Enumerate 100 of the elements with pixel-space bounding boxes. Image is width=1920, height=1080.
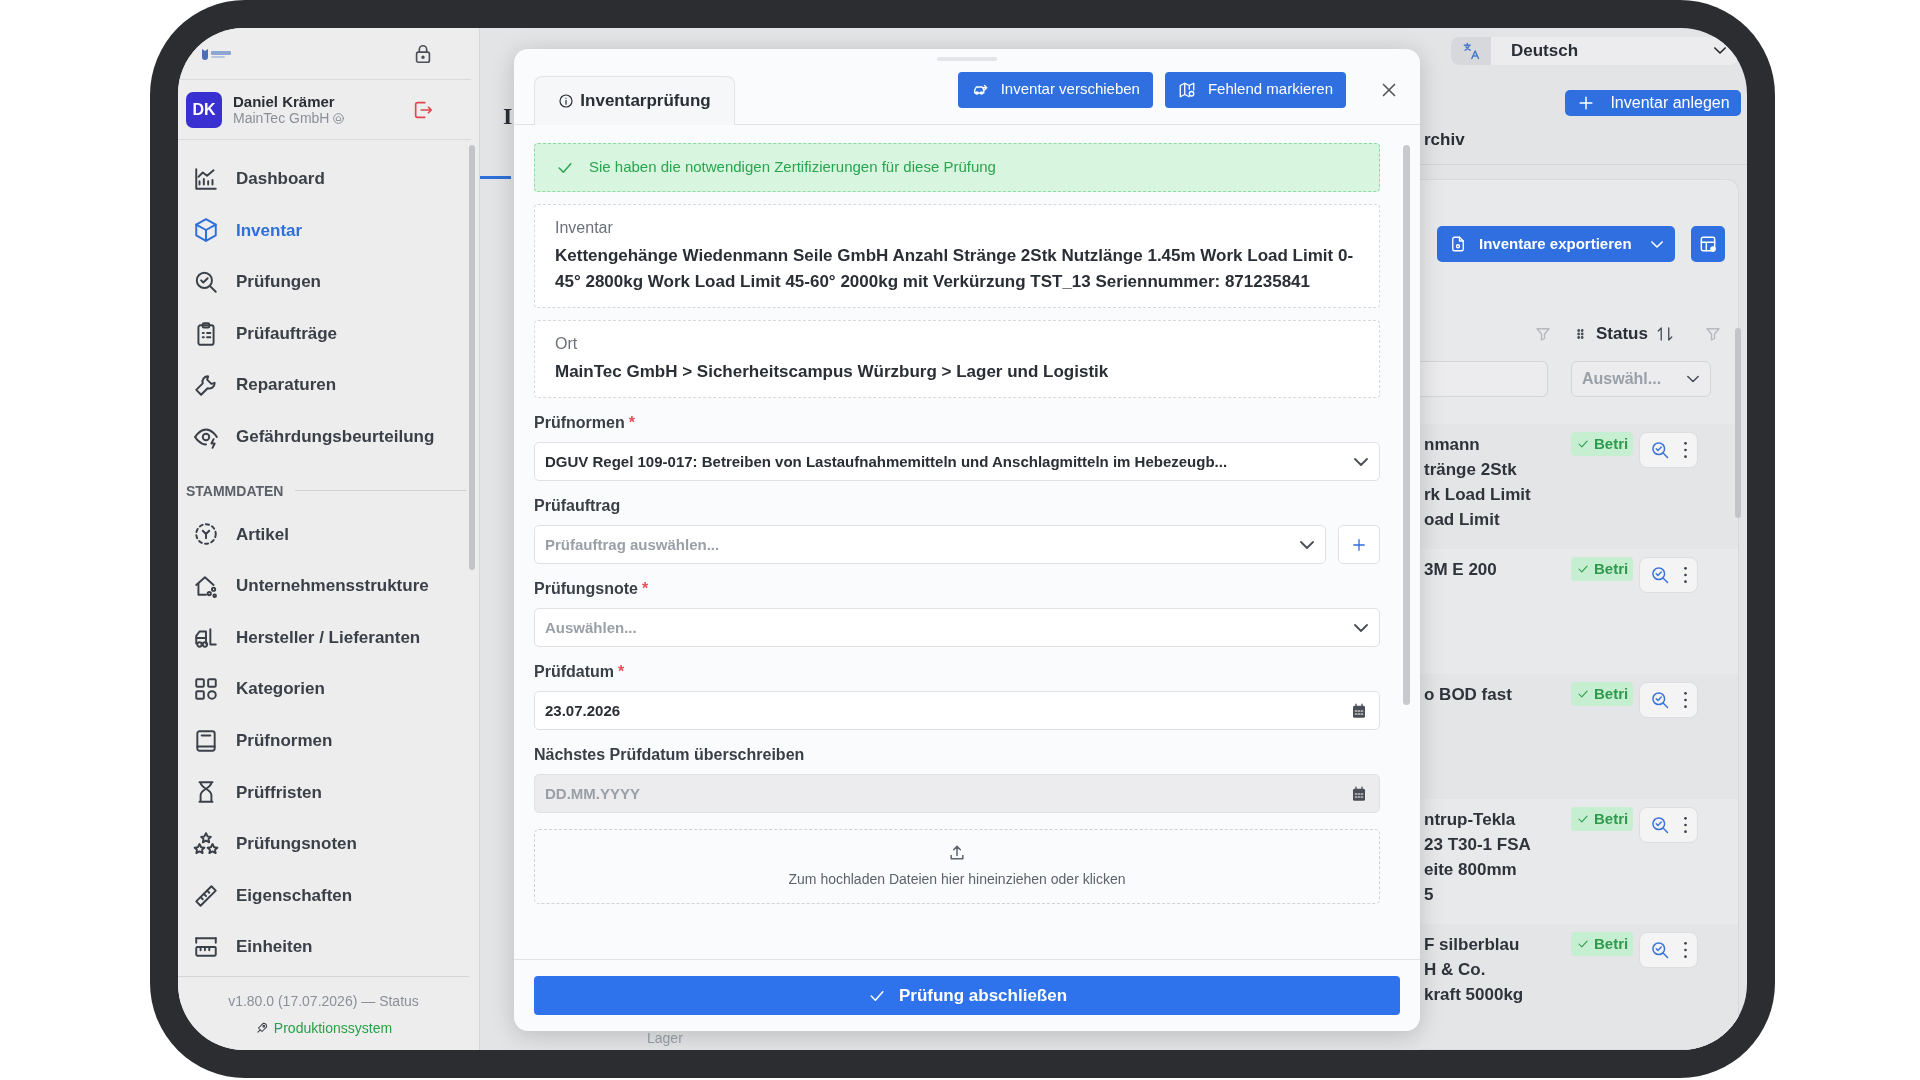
- environment-label: Produktionssystem: [273, 1018, 393, 1038]
- table-cell-text: 5: [1423, 884, 1435, 906]
- nav-item[interactable]: Artikel: [178, 508, 479, 561]
- filter-icon: [1704, 325, 1722, 343]
- filter-icon: [1534, 325, 1552, 343]
- submit-button[interactable]: Prüfung abschließen: [534, 976, 1400, 1015]
- chevron-icon: [1687, 375, 1699, 383]
- chevron-icon: [1300, 540, 1314, 549]
- page-title: I: [503, 102, 513, 131]
- action-button[interactable]: Inventar verschieben: [957, 71, 1153, 108]
- chevron-icon: [1651, 240, 1663, 248]
- scrollbar[interactable]: [1735, 328, 1741, 518]
- search-check-icon: [1650, 690, 1671, 710]
- translate-icon: [1461, 40, 1481, 61]
- table-cell-text: eite 800mm: [1423, 859, 1518, 881]
- inspect-button[interactable]: [1650, 690, 1671, 710]
- scrollbar[interactable]: [1403, 145, 1410, 705]
- table-cell-text: F silberblau: [1423, 934, 1521, 956]
- version-text: v1.80.0 (17.07.2026) —: [228, 992, 376, 1009]
- required-mark: *: [642, 580, 649, 597]
- more-button[interactable]: [1684, 442, 1688, 458]
- search-check-icon: [1650, 440, 1671, 460]
- more-button[interactable]: [1684, 817, 1688, 833]
- logo-icon: [200, 46, 232, 61]
- inspect-button[interactable]: [1650, 815, 1671, 835]
- dialog-tab[interactable]: Inventarprüfung: [534, 76, 735, 125]
- nav-item[interactable]: Eigenschaften: [178, 869, 479, 922]
- required-mark: *: [618, 663, 625, 680]
- add-button[interactable]: [1338, 525, 1380, 564]
- grid-icon: [193, 676, 219, 703]
- field-label: Prüfdatum: [534, 663, 614, 680]
- user-avatar[interactable]: DK: [186, 91, 222, 128]
- nav-item[interactable]: Hersteller / Lieferanten: [178, 611, 479, 664]
- more-button[interactable]: [1684, 692, 1688, 708]
- create-button[interactable]: Inventar anlegen: [1565, 89, 1741, 117]
- rocket-icon: [254, 1021, 269, 1035]
- table-cell-text: o BOD fast: [1423, 684, 1513, 706]
- inspect-button[interactable]: [1650, 940, 1671, 960]
- nav-item[interactable]: Prüfungen: [178, 256, 479, 308]
- table-cell-text: oad Limit: [1423, 509, 1501, 531]
- nav-item[interactable]: Reparaturen: [178, 359, 479, 411]
- more-icon: [1684, 442, 1688, 458]
- action-button[interactable]: Fehlend markieren: [1164, 71, 1346, 108]
- nav-item[interactable]: Kategorien: [178, 663, 479, 715]
- field-value: MainTec GmbH > Sicherheitscampus Würzburg > Lager und Logistik: [555, 361, 1110, 383]
- chart-icon: [193, 165, 219, 192]
- upload-icon: [947, 843, 967, 863]
- inspect-button[interactable]: [1650, 440, 1671, 460]
- nav-item[interactable]: Einheiten: [178, 921, 479, 973]
- status-filter[interactable]: Auswähl...: [1571, 361, 1711, 397]
- nav-item[interactable]: Prüfungsnoten: [178, 818, 479, 870]
- nav-item[interactable]: Inventar: [178, 204, 479, 257]
- filter-field[interactable]: [1420, 361, 1548, 397]
- select-field[interactable]: Prüfauftrag auswählen...: [534, 525, 1326, 564]
- search-check-icon: [1650, 815, 1671, 835]
- sort-icon: [1655, 325, 1674, 343]
- more-button[interactable]: [1684, 567, 1688, 583]
- inspect-button[interactable]: [1650, 565, 1671, 585]
- status-badge: Betri: [1571, 932, 1634, 956]
- upload-dropzone[interactable]: Zum hochladen Dateien hier hineinziehen oder klicken: [534, 829, 1380, 904]
- select-field[interactable]: DGUV Regel 109-017: Betreiben von Lastaufnahmemitteln und Anschlagmitteln im Hebezeugb...: [534, 442, 1380, 481]
- nav-item[interactable]: Prüfaufträge: [178, 307, 479, 360]
- language-select[interactable]: Deutsch: [1451, 37, 1738, 65]
- tab[interactable]: rchiv: [1424, 130, 1747, 151]
- nav-item[interactable]: Dashboard: [178, 153, 479, 205]
- search-check-icon: [1650, 940, 1671, 960]
- nav-item[interactable]: Prüffristen: [178, 766, 479, 819]
- date-field[interactable]: 23.07.2026: [534, 691, 1380, 730]
- tab-indicator: [480, 176, 511, 179]
- columns-button[interactable]: [1691, 226, 1725, 262]
- scrollbar[interactable]: [469, 145, 475, 570]
- status-badge: Betri: [1571, 807, 1634, 831]
- status-badge: Betri: [1571, 682, 1634, 706]
- nav-item[interactable]: Unternehmensstrukture: [178, 560, 479, 612]
- wrench-icon: [193, 372, 219, 399]
- table-cell-text: Lager: [647, 1030, 684, 1048]
- more-icon: [1684, 692, 1688, 708]
- search-check-icon: [193, 269, 219, 295]
- export-button[interactable]: Inventare exportieren: [1437, 226, 1675, 262]
- upload-hint: Zum hochladen Dateien hier hineinziehen oder klicken: [788, 870, 1126, 889]
- required-mark: *: [628, 414, 635, 431]
- file-icon: [1449, 235, 1467, 253]
- map-icon: [1177, 80, 1196, 99]
- table-cell-text: kraft 5000kg: [1423, 984, 1525, 1006]
- chevron-icon: [1354, 623, 1368, 632]
- chevron-icon: [1354, 457, 1368, 466]
- more-button[interactable]: [1684, 942, 1688, 958]
- column-header[interactable]: Status: [1596, 321, 1648, 347]
- table-cell-text: 3M E 200: [1423, 559, 1498, 581]
- select-field[interactable]: Auswählen...: [534, 608, 1380, 647]
- field-label: Inventar: [555, 218, 614, 238]
- target-icon: [193, 521, 219, 548]
- table-cell-text: nmann: [1423, 434, 1481, 456]
- user-name: Daniel Krämer: [233, 93, 336, 110]
- status-badge: Betri: [1571, 557, 1634, 581]
- nav-item[interactable]: Gefährdungsbeurteilung: [178, 410, 479, 463]
- chevron-icon: [1714, 47, 1726, 55]
- nav-item[interactable]: Prüfnormen: [178, 714, 479, 767]
- section-heading: STAMMDATEN: [186, 481, 284, 501]
- calendar-icon: [1350, 784, 1368, 803]
